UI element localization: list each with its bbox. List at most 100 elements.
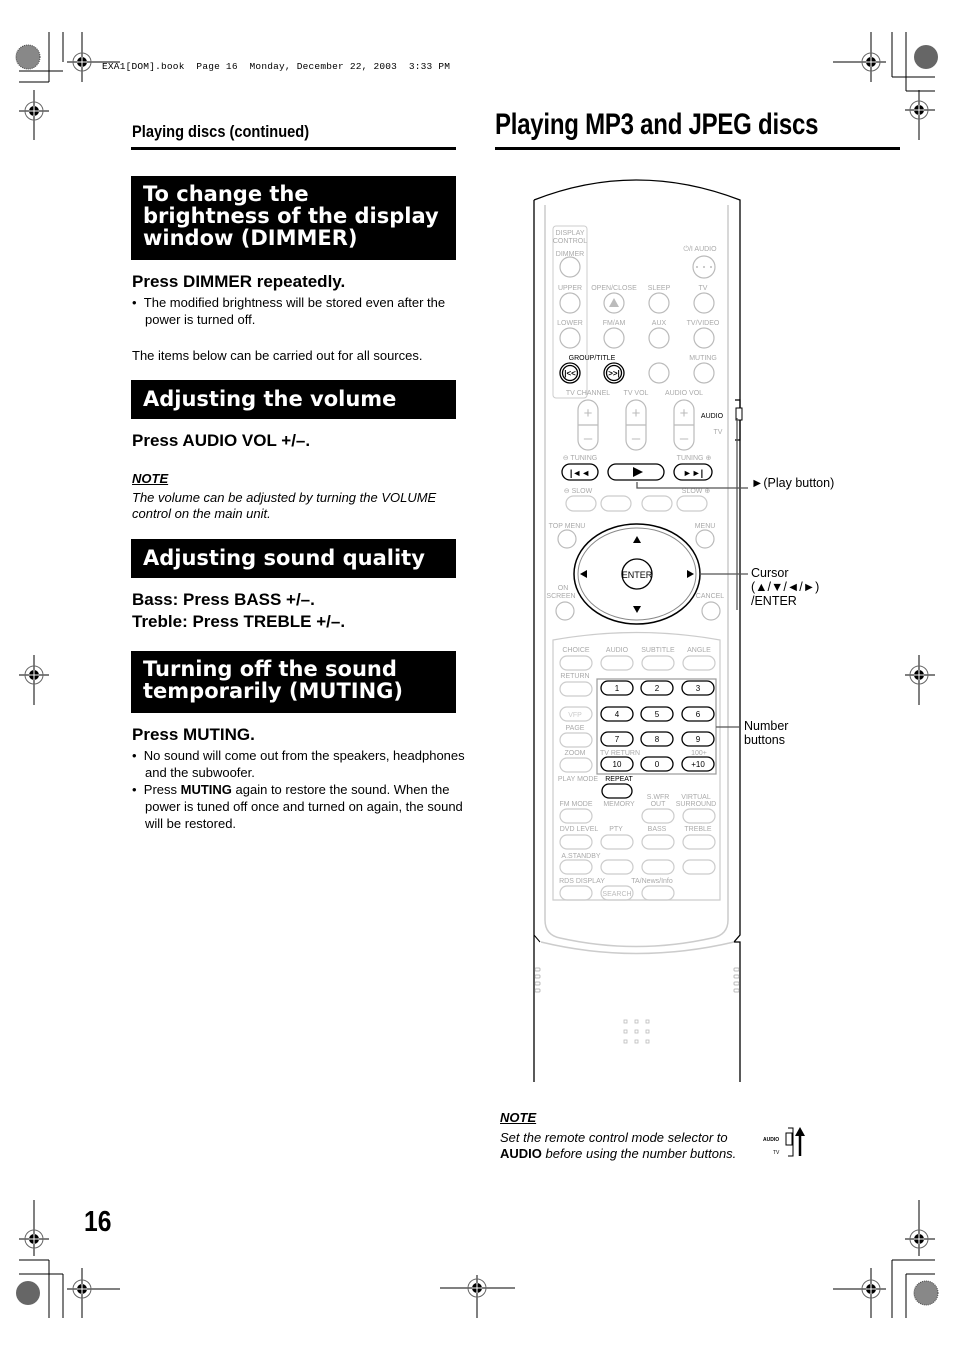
label-treble: TREBLE <box>684 826 712 833</box>
selector-tv-label: TV <box>773 1150 780 1156</box>
svg-text:+: + <box>584 405 593 422</box>
cursor-callout: Cursor (▲/▼/◄/►) /ENTER <box>751 566 819 608</box>
next-group-icon: >>| <box>608 369 620 378</box>
selector-audio-label: AUDIO <box>763 1137 779 1143</box>
page-number: 16 <box>84 1206 112 1238</box>
callout-line: buttons <box>744 733 786 747</box>
repeat-button <box>601 783 633 799</box>
label-bass: BASS <box>648 826 667 833</box>
number-key-label: 1 <box>615 684 620 693</box>
callout-line: /ENTER <box>751 594 797 608</box>
label-ta-news: TA/News/Info <box>631 878 673 885</box>
label-audio-switch: AUDIO <box>701 413 724 420</box>
number-key-label: 6 <box>696 710 701 719</box>
label-100-plus: 100+ <box>691 750 707 757</box>
label-tv-vol: TV VOL <box>624 390 649 397</box>
note-bold: AUDIO <box>500 1146 542 1161</box>
label-slow-plus: SLOW ⊕ <box>682 488 711 495</box>
svg-text:–: – <box>584 430 593 447</box>
label-return: RETURN <box>560 673 589 680</box>
number-key-label: 9 <box>696 735 701 744</box>
label-lower: LOWER <box>557 320 583 327</box>
label-slow-minus: ⊖ SLOW <box>564 488 593 495</box>
label-virtual: VIRTUAL <box>681 794 711 801</box>
label-page: PAGE <box>566 725 585 732</box>
cursor-down-icon <box>633 606 641 613</box>
number-key-label: 5 <box>655 710 660 719</box>
label-sleep: SLEEP <box>648 285 671 292</box>
skip-back-icon: |◄◄ <box>570 468 590 478</box>
label-a-standby: A.STANDBY <box>561 853 600 860</box>
label-audio-vol: AUDIO VOL <box>665 390 703 397</box>
label-zoom: ZOOM <box>565 750 586 757</box>
label-tv-switch: TV <box>714 429 723 436</box>
label-display: DISPLAY <box>555 230 584 237</box>
label-fm-mode: FM MODE <box>559 801 592 808</box>
label-tv-video: TV/VIDEO <box>687 320 720 327</box>
label-group-title: GROUP/TITLE <box>569 355 616 362</box>
mode-selector-note: Set the remote control mode selector to … <box>500 1130 770 1162</box>
label-muting: MUTING <box>689 355 717 362</box>
number-key-label: 10 <box>613 760 622 769</box>
label-tv-channel: TV CHANNEL <box>566 390 610 397</box>
label-search: SEARCH <box>602 891 631 898</box>
callout-line: (▲/▼/◄/►) <box>751 580 820 594</box>
note-heading: NOTE <box>500 1110 537 1125</box>
skip-forward-icon: ►►| <box>683 468 703 478</box>
number-key-label: 4 <box>615 710 620 719</box>
label-tuning-plus: TUNING ⊕ <box>677 455 712 462</box>
enter-button: ENTER <box>622 570 653 580</box>
label-dvd-level: DVD LEVEL <box>560 826 599 833</box>
label-angle: ANGLE <box>687 647 711 654</box>
number-callout: Number buttons <box>744 719 788 747</box>
svg-text:–: – <box>680 430 689 447</box>
note-text: Set the remote control mode selector to <box>500 1130 728 1145</box>
number-key-label: 3 <box>696 684 701 693</box>
label-cancel: CANCEL <box>696 593 725 600</box>
label-control: CONTROL <box>553 238 587 245</box>
svg-text:+: + <box>680 405 689 422</box>
label-out: OUT <box>651 801 667 808</box>
callout-line: Number <box>744 719 789 733</box>
number-key-label: 8 <box>655 735 660 744</box>
label-on: ON <box>558 585 569 592</box>
label-play-mode: PLAY MODE <box>558 776 599 783</box>
mode-selector-icon: AUDIO TV <box>763 1127 805 1157</box>
svg-text:+: + <box>632 405 641 422</box>
remote-illustration: DISPLAY CONTROL DIMMER ⏻/I AUDIO UPPER O… <box>533 179 748 1082</box>
number-key-label: +10 <box>691 760 705 769</box>
label-tv-return: TV RETURN <box>600 750 640 757</box>
label-open-close: OPEN/CLOSE <box>591 285 637 292</box>
label-fm-am: FM/AM <box>603 320 626 327</box>
svg-text:–: – <box>632 430 641 447</box>
number-key-label: 2 <box>655 684 660 693</box>
label-screen: SCREEN <box>546 593 575 600</box>
label-menu: MENU <box>695 523 716 530</box>
label-subtitle: SUBTITLE <box>641 647 675 654</box>
label-tuning-minus: ⊖ TUNING <box>563 455 598 462</box>
number-key-label: 7 <box>615 735 620 744</box>
note-text: before using the number buttons. <box>541 1146 737 1161</box>
label-memory: MEMORY <box>603 801 635 808</box>
label-vfp: VFP <box>568 712 582 719</box>
label-aux: AUX <box>652 320 667 327</box>
label-pty: PTY <box>609 826 623 833</box>
label-repeat: REPEAT <box>605 776 633 783</box>
callout-line: Cursor <box>751 566 789 580</box>
label-choice: CHOICE <box>562 647 590 654</box>
label-swfr: S.WFR <box>647 794 670 801</box>
label-surround: SURROUND <box>676 801 716 808</box>
label-power-audio: ⏻/I AUDIO <box>683 245 717 253</box>
play-icon <box>633 467 643 477</box>
number-key-label: 0 <box>655 760 660 769</box>
play-callout: ►(Play button) <box>751 476 835 490</box>
label-upper: UPPER <box>558 285 582 292</box>
prev-group-icon: |<< <box>564 369 576 378</box>
label-audio: AUDIO <box>606 647 629 654</box>
label-tv: TV <box>699 285 708 292</box>
label-top-menu: TOP MENU <box>549 523 586 530</box>
cursor-right-icon <box>687 570 694 578</box>
cursor-up-icon <box>633 536 641 543</box>
cursor-left-icon <box>580 570 587 578</box>
label-rds-display: RDS DISPLAY <box>559 878 605 885</box>
